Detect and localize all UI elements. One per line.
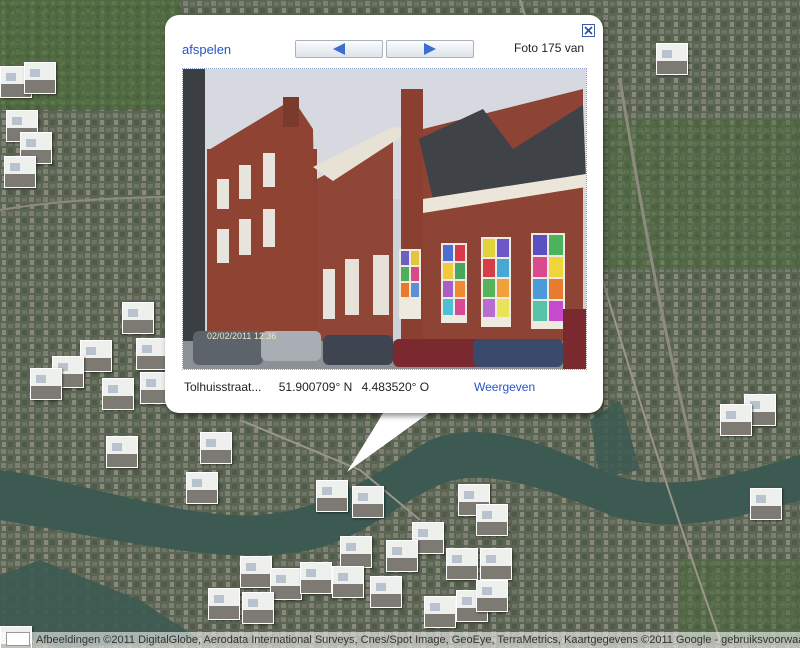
popup-pointer	[347, 410, 433, 472]
photo-thumbnail[interactable]	[270, 568, 302, 600]
photo-thumbnail[interactable]	[208, 588, 240, 620]
photo-thumbnail[interactable]	[186, 472, 218, 504]
longitude-value: 4.483520° O	[361, 380, 430, 394]
photo-thumbnail[interactable]	[386, 540, 418, 572]
street-photo[interactable]: 02/02/2011 12:36	[182, 68, 587, 370]
photo-thumbnail[interactable]	[340, 536, 372, 568]
map-logo	[6, 632, 30, 646]
next-photo-button[interactable]	[386, 40, 474, 58]
right-arrow-icon	[424, 43, 436, 55]
photo-thumbnail[interactable]	[750, 488, 782, 520]
photo-thumbnail[interactable]	[476, 580, 508, 612]
photo-thumbnail[interactable]	[24, 62, 56, 94]
photo-thumbnail[interactable]	[446, 548, 478, 580]
play-slideshow-link[interactable]: afspelen	[182, 42, 231, 57]
photo-thumbnail[interactable]	[352, 486, 384, 518]
photo-thumbnail[interactable]	[4, 156, 36, 188]
close-button[interactable]	[582, 24, 595, 37]
photo-thumbnail[interactable]	[476, 504, 508, 536]
view-photo-link[interactable]: Weergeven	[474, 380, 535, 394]
photo-thumbnail[interactable]	[720, 404, 752, 436]
photo-thumbnail[interactable]	[80, 340, 112, 372]
photo-thumbnail[interactable]	[480, 548, 512, 580]
photo-thumbnail[interactable]	[370, 576, 402, 608]
building-photo-image: 02/02/2011 12:36	[183, 69, 586, 369]
photo-timestamp: 02/02/2011 12:36	[207, 331, 276, 341]
photo-thumbnail[interactable]	[102, 378, 134, 410]
attribution-text: Afbeeldingen ©2011 DigitalGlobe, Aerodat…	[36, 634, 800, 646]
photo-thumbnail[interactable]	[332, 566, 364, 598]
photo-thumbnail[interactable]	[106, 436, 138, 468]
photo-thumbnail[interactable]	[424, 596, 456, 628]
photo-thumbnail[interactable]	[200, 432, 232, 464]
photo-thumbnail[interactable]	[242, 592, 274, 624]
photo-thumbnail[interactable]	[300, 562, 332, 594]
photo-counter: Foto 175 van	[514, 41, 585, 55]
close-icon	[584, 26, 593, 35]
photo-thumbnail[interactable]	[136, 338, 168, 370]
photo-thumbnail[interactable]	[316, 480, 348, 512]
photo-thumbnail[interactable]	[122, 302, 154, 334]
photo-thumbnail[interactable]	[656, 43, 688, 75]
left-arrow-icon	[333, 43, 345, 55]
latitude-value: 51.900709° N	[278, 380, 353, 394]
previous-photo-button[interactable]	[295, 40, 383, 58]
photo-thumbnail[interactable]	[240, 556, 272, 588]
photo-caption: Tolhuisstraat... 51.900709° N 4.483520° …	[184, 380, 435, 394]
photo-thumbnail[interactable]	[30, 368, 62, 400]
map-attribution: Afbeeldingen ©2011 DigitalGlobe, Aerodat…	[0, 632, 800, 648]
photo-title: Tolhuisstraat...	[184, 380, 262, 394]
photo-info-window: afspelen Foto 175 van 02/02/2011 12:36 T…	[165, 15, 603, 413]
